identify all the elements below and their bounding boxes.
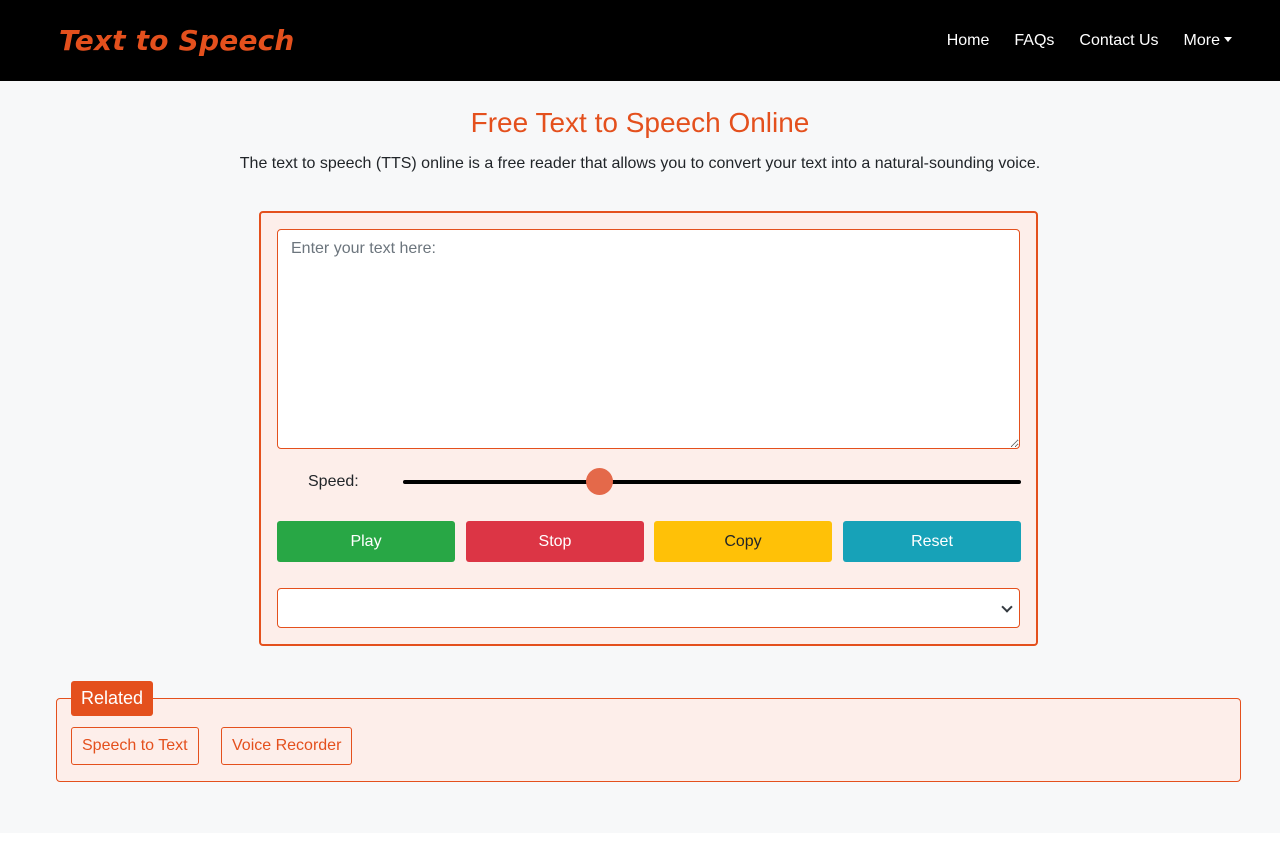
related-link-voice-recorder[interactable]: Voice Recorder [221,727,353,765]
page-footer-strip [0,833,1280,853]
speed-slider-track[interactable] [403,480,1021,484]
caret-down-icon [1224,36,1232,42]
page-subtitle: The text to speech (TTS) online is a fre… [239,155,1041,172]
voice-select[interactable] [277,588,1020,628]
brand-logo[interactable]: Text to Speech [59,24,295,57]
copy-button[interactable]: Copy [654,521,832,562]
page-title: Free Text to Speech Online [470,107,810,138]
nav-links: Home FAQs Contact Us More [947,32,1232,50]
stop-button[interactable]: Stop [466,521,644,562]
nav-more-dropdown[interactable]: More [1184,32,1232,50]
speed-slider-thumb[interactable] [585,468,613,495]
related-label: Related [71,681,154,716]
nav-home[interactable]: Home [947,32,990,50]
tts-panel: Speed: Play Stop Copy Reset [259,211,1038,646]
text-input[interactable] [277,229,1020,449]
nav-contact-us[interactable]: Contact Us [1079,32,1158,50]
chevron-down-icon [1001,601,1013,613]
top-navbar: Text to Speech Home FAQs Contact Us More [0,0,1280,81]
nav-more-label: More [1183,31,1220,49]
speed-label: Speed: [308,473,359,490]
main-content: Free Text to Speech Online The text to s… [0,81,1280,833]
play-button[interactable]: Play [277,521,455,562]
nav-faqs[interactable]: FAQs [1014,32,1054,50]
reset-button[interactable]: Reset [843,521,1021,562]
related-link-speech-to-text[interactable]: Speech to Text [71,727,199,765]
